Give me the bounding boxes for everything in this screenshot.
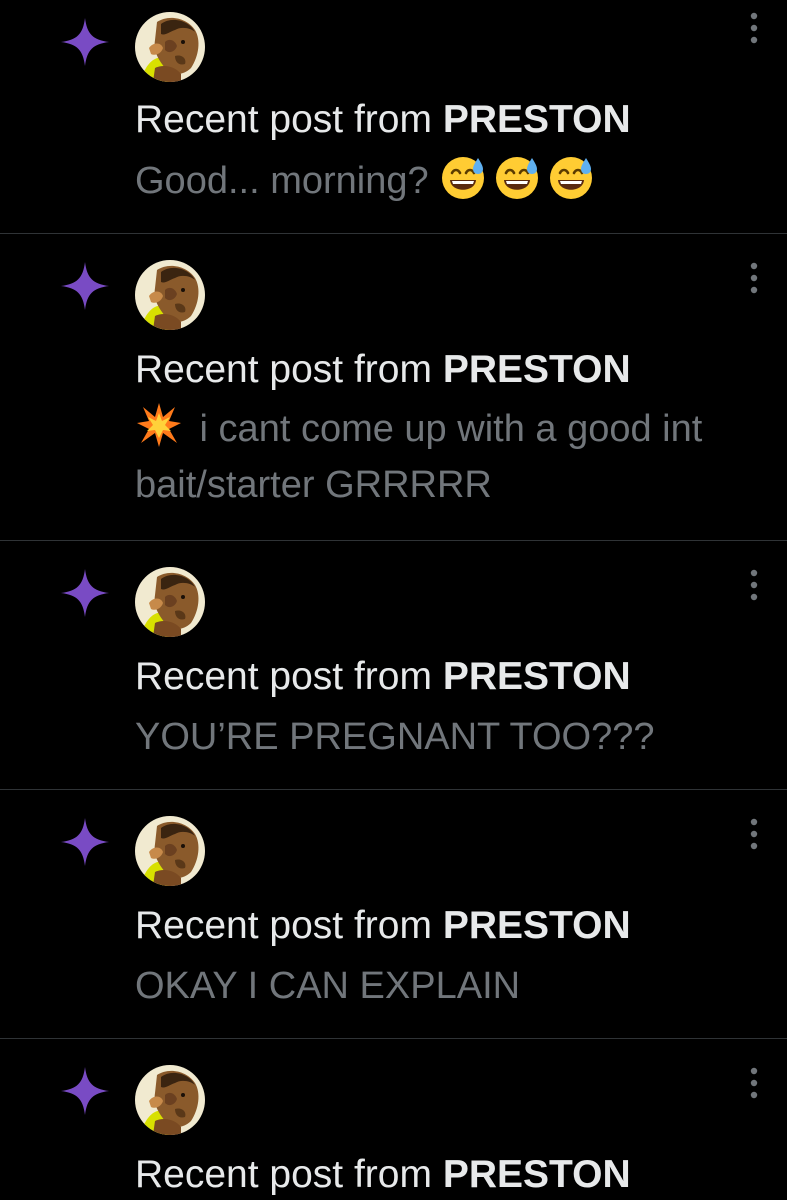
author-name[interactable]: PRESTON — [443, 904, 631, 947]
author-name[interactable]: PRESTON — [443, 1153, 631, 1196]
post-text: OKAY I CAN EXPLAIN — [135, 965, 521, 1007]
sparkle-icon — [57, 814, 113, 870]
notifications-feed: Recent post from PRESTON Good... morning… — [0, 0, 787, 1200]
post-preview[interactable]: i cant come up with a good int bait/star… — [135, 401, 735, 513]
more-vertical-icon[interactable] — [740, 814, 768, 854]
avatar[interactable] — [135, 1065, 205, 1135]
post-text: Good... morning? — [135, 160, 440, 202]
notification-headline: Recent post from PRESTON — [135, 97, 631, 143]
notification-item[interactable]: Recent post from PRESTON YOU’RE PREGNANT… — [0, 541, 787, 790]
post-preview[interactable]: YOU’RE PREGNANT TOO??? — [135, 709, 735, 765]
notification-headline: Recent post from PRESTON — [135, 1152, 631, 1198]
headline-prefix: Recent post from — [135, 98, 432, 141]
sweat-smile-emoji — [493, 153, 541, 201]
more-vertical-icon[interactable] — [740, 8, 768, 48]
sweat-smile-emoji — [547, 153, 595, 201]
notification-headline: Recent post from PRESTON — [135, 903, 631, 949]
author-name[interactable]: PRESTON — [443, 655, 631, 698]
notification-headline: Recent post from PRESTON — [135, 347, 631, 393]
notification-item[interactable]: Recent post from PRESTON i cant come up … — [0, 234, 787, 541]
sparkle-icon — [57, 1063, 113, 1119]
headline-prefix: Recent post from — [135, 904, 432, 947]
notification-item[interactable]: Recent post from PRESTON Good... morning… — [0, 0, 787, 234]
notification-item[interactable]: Recent post from PRESTON OKAY I CAN EXPL… — [0, 790, 787, 1039]
post-text: i cant come up with a good int bait/star… — [135, 408, 703, 506]
more-vertical-icon[interactable] — [740, 1063, 768, 1103]
author-name[interactable]: PRESTON — [443, 348, 631, 391]
post-preview[interactable]: Good... morning? — [135, 153, 735, 209]
more-vertical-icon[interactable] — [740, 258, 768, 298]
sparkle-icon — [57, 565, 113, 621]
avatar[interactable] — [135, 260, 205, 330]
headline-prefix: Recent post from — [135, 1153, 432, 1196]
sparkle-icon — [57, 258, 113, 314]
avatar[interactable] — [135, 816, 205, 886]
notification-item[interactable]: Recent post from PRESTON — [0, 1039, 787, 1200]
more-vertical-icon[interactable] — [740, 565, 768, 605]
author-name[interactable]: PRESTON — [443, 98, 631, 141]
post-preview[interactable]: OKAY I CAN EXPLAIN — [135, 958, 735, 1014]
sweat-smile-emoji — [439, 153, 487, 201]
sparkle-icon — [57, 14, 113, 70]
headline-prefix: Recent post from — [135, 348, 432, 391]
avatar[interactable] — [135, 12, 205, 82]
avatar[interactable] — [135, 567, 205, 637]
collision-emoji — [135, 401, 183, 449]
post-text: YOU’RE PREGNANT TOO??? — [135, 716, 655, 758]
notification-headline: Recent post from PRESTON — [135, 654, 631, 700]
headline-prefix: Recent post from — [135, 655, 432, 698]
